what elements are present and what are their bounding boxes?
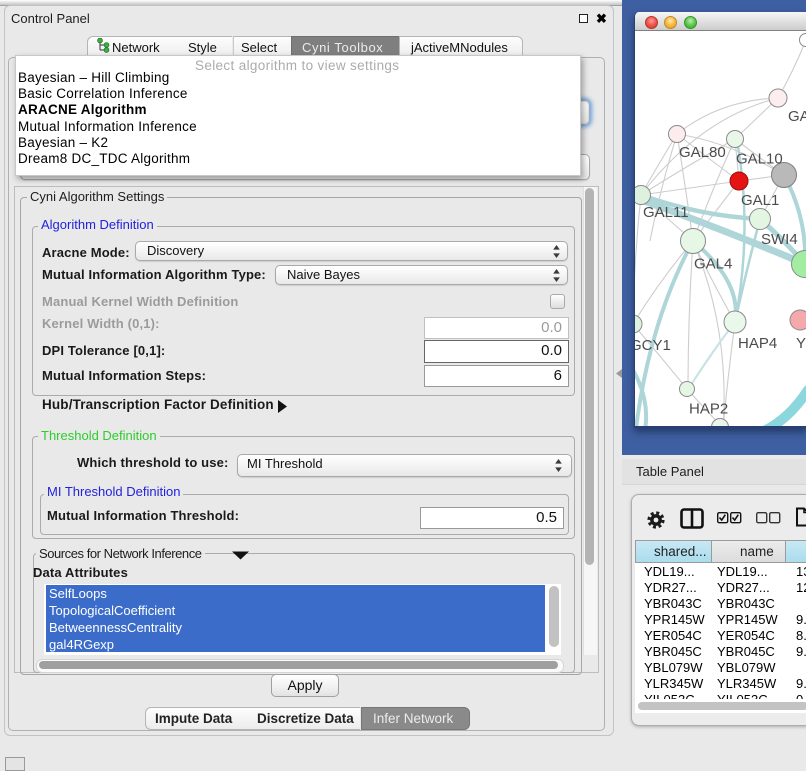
- svg-text:GAL11: GAL11: [643, 204, 689, 221]
- svg-text:GAL1: GAL1: [741, 192, 779, 209]
- svg-text:GAL10: GAL10: [736, 151, 783, 168]
- svg-text:HAP2: HAP2: [689, 401, 728, 418]
- svg-text:GAL80: GAL80: [679, 144, 726, 161]
- svg-text:Y: Y: [796, 335, 806, 352]
- svg-text:GCY1: GCY1: [635, 337, 671, 354]
- svg-text:GAL4: GAL4: [694, 256, 732, 273]
- svg-text:SWI4: SWI4: [761, 231, 798, 248]
- svg-text:HAP4: HAP4: [738, 335, 777, 352]
- svg-text:GAL7: GAL7: [788, 108, 806, 125]
